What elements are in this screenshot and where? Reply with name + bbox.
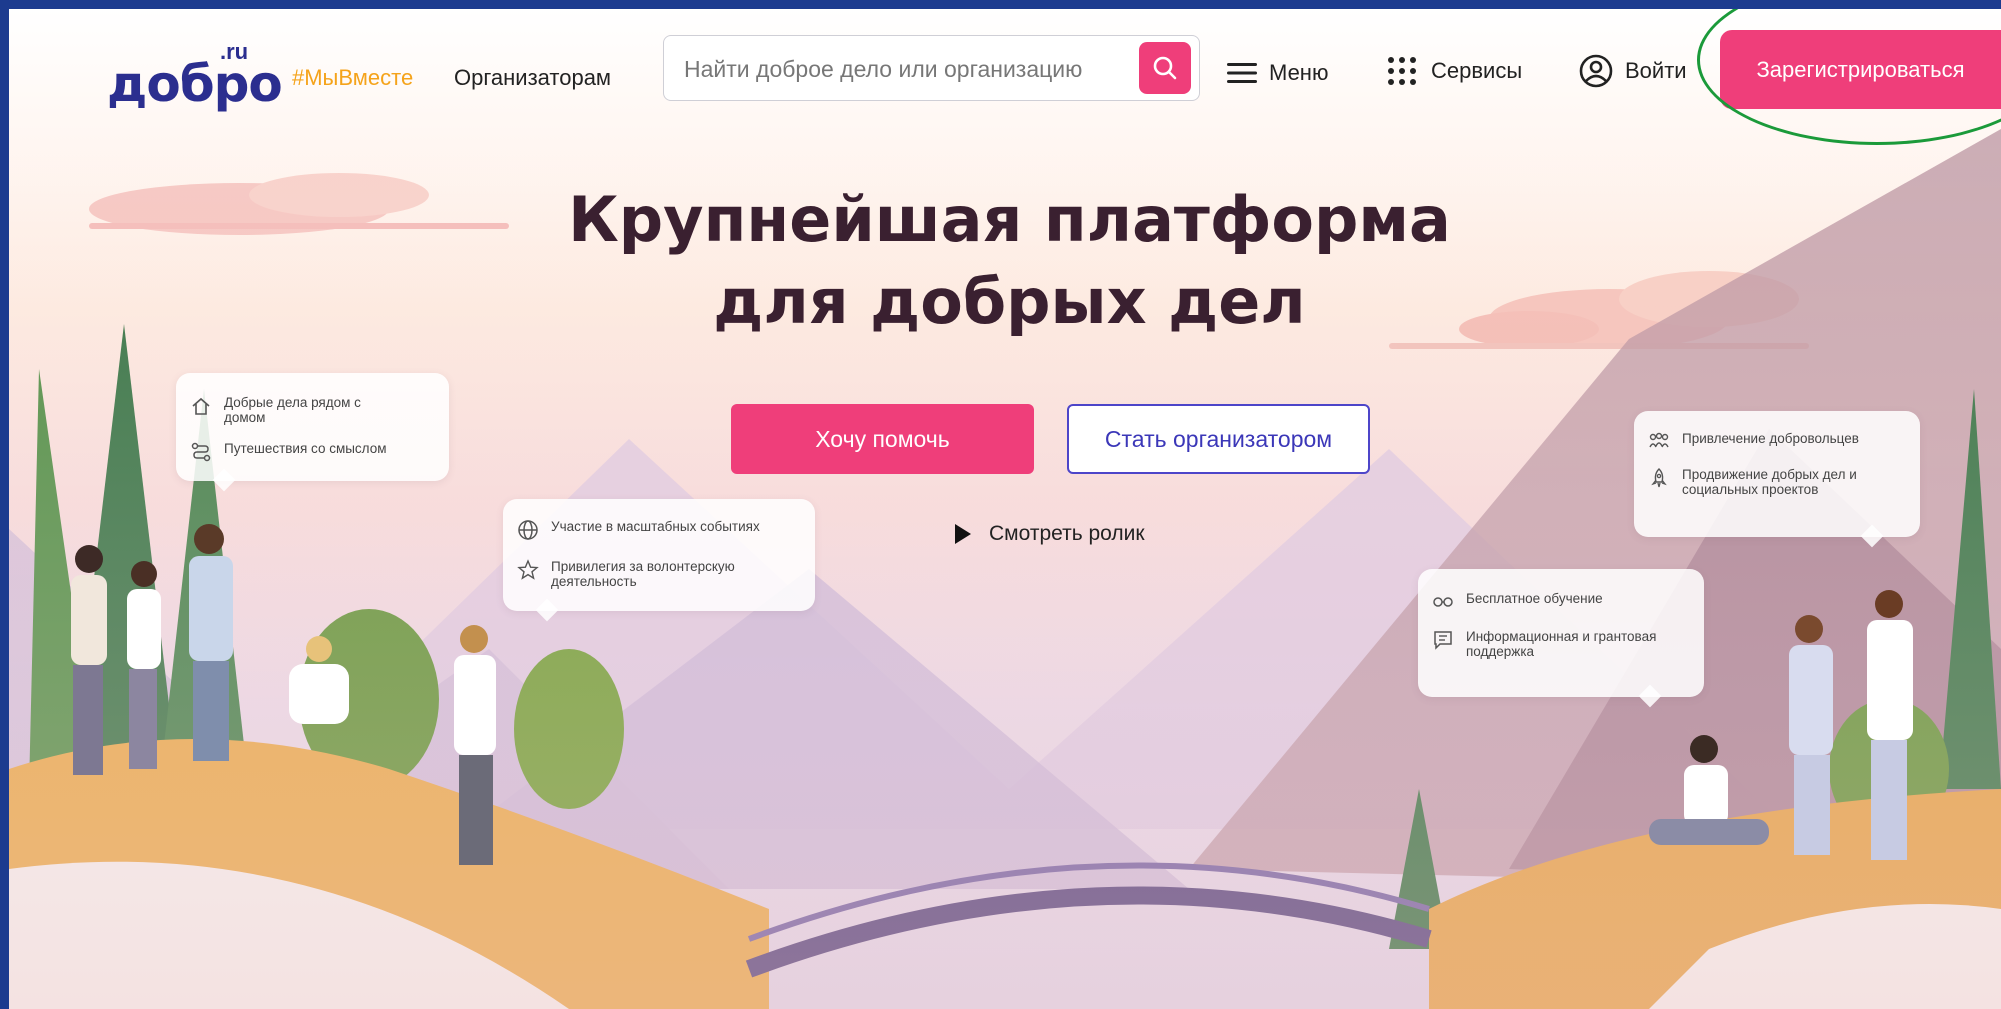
register-button[interactable]: Зарегистрироваться xyxy=(1720,30,2001,109)
bubble-2-item-1: Участие в масштабных событиях xyxy=(551,519,760,534)
logo[interactable]: добро .ru xyxy=(107,39,283,113)
watch-video-label: Смотреть ролик xyxy=(989,522,1145,545)
bubble-1-item-2: Путешествия со смыслом xyxy=(224,441,387,456)
site-header: добро .ru #МыВместе Организаторам Меню xyxy=(9,9,2001,129)
message-icon xyxy=(1434,631,1452,650)
menu-button[interactable]: Меню xyxy=(1227,55,1328,91)
bubble-1-item-1: Добрые дела рядом с домом xyxy=(224,395,361,425)
organizers-link[interactable]: Организаторам xyxy=(454,65,611,91)
login-label: Войти xyxy=(1625,58,1687,83)
services-button[interactable]: Сервисы xyxy=(1387,51,1522,91)
search-box xyxy=(663,35,1200,101)
watch-video-link[interactable]: Смотреть ролик xyxy=(955,522,1145,546)
page-frame: добро .ru #МыВместе Организаторам Меню xyxy=(9,9,2001,1009)
user-circle-icon xyxy=(1579,54,1613,88)
home-icon xyxy=(192,397,210,415)
logo-text: добро xyxy=(107,55,283,113)
login-button[interactable]: Войти xyxy=(1579,51,1687,91)
tag-link[interactable]: #МыВместе xyxy=(292,65,413,91)
hero-title: Крупнейшая платформа для добрых дел xyxy=(9,179,2001,343)
logo-ru: .ru xyxy=(220,39,249,64)
hero-title-line2: для добрых дел xyxy=(713,265,1306,338)
hero-title-line1: Крупнейшая платформа xyxy=(568,183,1451,256)
people-group-icon xyxy=(1649,432,1669,448)
grid-dots-icon xyxy=(1388,57,1416,85)
search-button[interactable] xyxy=(1139,42,1191,94)
bubble-3-item-1: Бесплатное обучение xyxy=(1466,591,1603,606)
route-icon xyxy=(191,442,211,462)
bubble-3-item-2: Информационная и грантовая поддержка xyxy=(1466,629,1657,659)
bubble-4-item-2: Продвижение добрых дел и социальных прое… xyxy=(1682,467,1857,497)
play-icon xyxy=(955,524,971,544)
search-icon xyxy=(1153,56,1177,80)
bubble-2-item-2: Привилегия за волонтерскую деятельность xyxy=(551,559,735,589)
hamburger-icon xyxy=(1227,63,1257,83)
globe-icon xyxy=(518,520,538,540)
feature-bubble-3: Бесплатное обучение Информационная и гра… xyxy=(1418,569,1704,708)
become-organizer-button[interactable]: Стать организатором xyxy=(1067,404,1370,474)
search-input[interactable] xyxy=(682,50,1126,88)
glasses-icon xyxy=(1433,597,1453,607)
feature-bubble-1: Добрые дела рядом с домом Путешествия со… xyxy=(176,373,449,492)
feature-bubble-4: Привлечение добровольцев Продвижение доб… xyxy=(1634,411,1920,548)
services-label: Сервисы xyxy=(1431,58,1523,83)
help-button[interactable]: Хочу помочь xyxy=(731,404,1034,474)
feature-bubble-2: Участие в масштабных событиях Привилегия… xyxy=(503,499,815,622)
rocket-icon xyxy=(1651,468,1667,488)
menu-label: Меню xyxy=(1269,60,1329,85)
star-icon xyxy=(517,559,539,580)
bubble-4-item-1: Привлечение добровольцев xyxy=(1682,431,1859,446)
